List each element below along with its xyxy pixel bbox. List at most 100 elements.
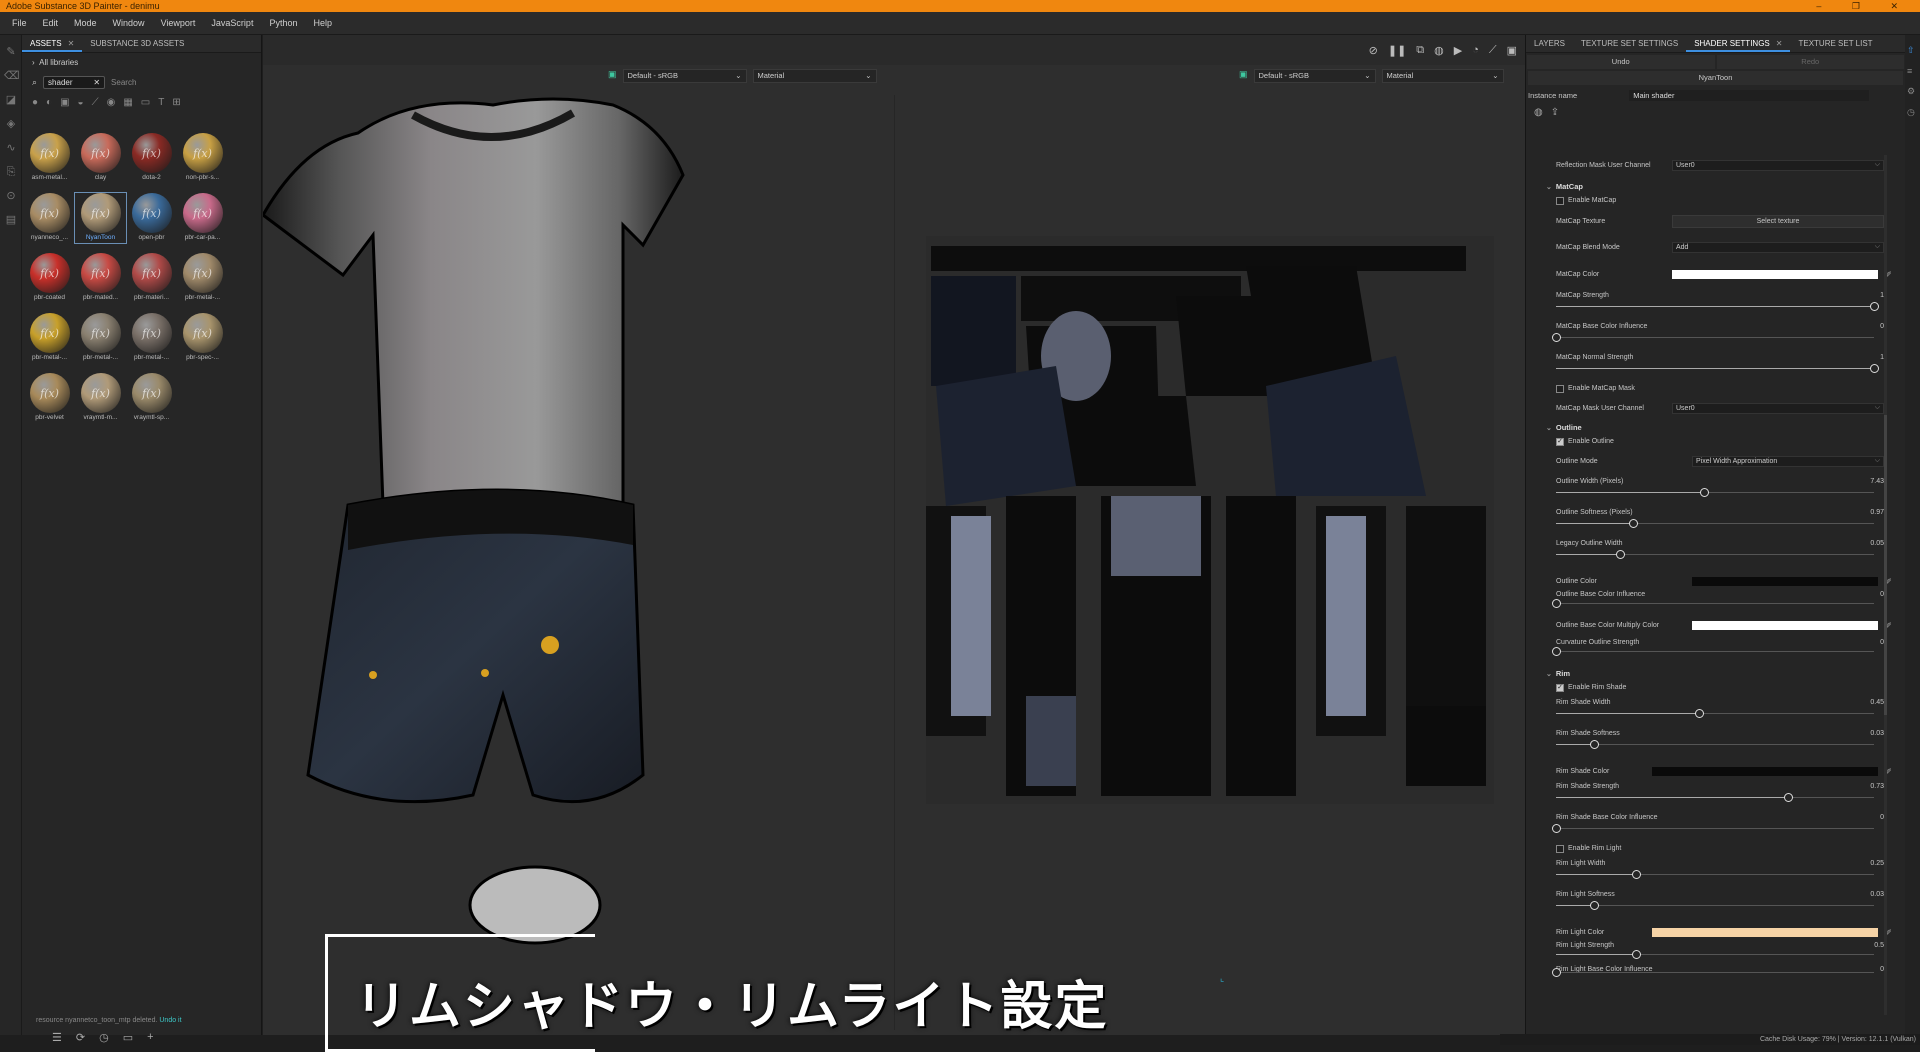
slider-track[interactable] xyxy=(1556,603,1874,604)
model-3d-view[interactable] xyxy=(263,75,883,1035)
slider-track[interactable] xyxy=(1556,337,1874,338)
menu-javascript[interactable]: JavaScript xyxy=(203,18,261,28)
pause-icon[interactable]: ❚❚ xyxy=(1388,44,1406,57)
slider-handle[interactable] xyxy=(1631,870,1641,879)
share-icon[interactable]: ⇧ xyxy=(1907,45,1918,56)
slider-track[interactable] xyxy=(1556,828,1874,829)
asset-item[interactable]: f(x) nyanneco_... xyxy=(24,193,75,243)
asset-item[interactable]: f(x) dota-2 xyxy=(126,133,177,183)
undo-button[interactable]: Undo xyxy=(1527,55,1715,69)
particle-filter-icon[interactable]: ◉ xyxy=(107,97,116,108)
slider-handle[interactable] xyxy=(1552,333,1561,342)
asset-item[interactable]: f(x) non-pbr-s... xyxy=(177,133,228,183)
smart-material-icon[interactable]: ◐ xyxy=(46,97,52,108)
screenshot-icon[interactable]: ▣ xyxy=(1507,44,1517,57)
bake-tool-icon[interactable]: ▤ xyxy=(4,213,18,227)
panel-scrollbar[interactable] xyxy=(1884,155,1887,1015)
rim-shade-width-slider[interactable]: Rim Shade Width 0.45 xyxy=(1556,695,1906,726)
search-input[interactable]: Search xyxy=(111,78,136,87)
enable-matcap-mask-checkbox[interactable] xyxy=(1556,384,1564,393)
rim-light-softness-slider[interactable]: Rim Light Softness 0.03 xyxy=(1556,887,1906,918)
menu-file[interactable]: File xyxy=(4,18,35,28)
shader-sphere-icon[interactable]: ◍ xyxy=(1534,107,1543,118)
clear-chip-icon[interactable]: ✕ xyxy=(93,78,100,87)
menu-edit[interactable]: Edit xyxy=(35,18,67,28)
camera-icon[interactable]: ▶ xyxy=(1454,44,1462,57)
slider-handle[interactable] xyxy=(1784,793,1794,802)
material-filter-icon[interactable]: ● xyxy=(32,97,38,108)
smudge-tool-icon[interactable]: ∿ xyxy=(4,141,18,155)
slider-track[interactable] xyxy=(1556,972,1874,973)
outline-base-color-slider[interactable]: Outline Base Color Influence 0 xyxy=(1552,587,1906,611)
asset-item[interactable]: f(x) open-pbr xyxy=(126,193,177,243)
rim-light-width-slider[interactable]: Rim Light Width 0.25 xyxy=(1556,856,1906,887)
tab-layers[interactable]: LAYERS xyxy=(1526,35,1573,52)
slider-handle[interactable] xyxy=(1870,302,1879,311)
rim-light-strength-slider[interactable]: Rim Light Strength 0.5 xyxy=(1556,938,1906,962)
layers-dock-icon[interactable]: ≡ xyxy=(1907,66,1918,76)
outline-color-swatch[interactable] xyxy=(1692,576,1878,586)
projection-tool-icon[interactable]: ◪ xyxy=(4,93,18,107)
menu-help[interactable]: Help xyxy=(305,18,340,28)
section-matcap[interactable]: ⌄ MatCap xyxy=(1546,180,1906,193)
uv-2d-view[interactable] xyxy=(926,236,1494,804)
tab-texture-set-list[interactable]: TEXTURE SET LIST xyxy=(1790,35,1880,52)
undo-link[interactable]: Undo it xyxy=(159,1017,181,1024)
asset-item[interactable]: f(x) pbr-metal-... xyxy=(24,313,75,363)
slider-track[interactable] xyxy=(1556,651,1874,652)
matcap-color-swatch[interactable] xyxy=(1672,269,1878,279)
enable-rim-shade-checkbox[interactable]: ✓ xyxy=(1556,683,1564,692)
history-dock-icon[interactable]: ◷ xyxy=(1907,107,1918,118)
shader-name[interactable]: NyanToon xyxy=(1528,71,1903,85)
enable-outline-checkbox[interactable]: ✓ xyxy=(1556,437,1564,446)
menu-python[interactable]: Python xyxy=(261,18,305,28)
asset-item[interactable]: f(x) NyanToon xyxy=(74,192,127,244)
asset-item[interactable]: f(x) clay xyxy=(75,133,126,183)
asset-item[interactable]: f(x) pbr-car-pa... xyxy=(177,193,228,243)
environment-filter-icon[interactable]: ▭ xyxy=(141,97,150,108)
mask-filter-icon[interactable]: ▣ xyxy=(60,97,69,108)
slider-track[interactable] xyxy=(1556,905,1874,906)
color-picker-icon[interactable]: ⊙ xyxy=(4,189,18,203)
tab-texture-set-settings[interactable]: TEXTURE SET SETTINGS xyxy=(1573,35,1686,52)
asset-item[interactable]: f(x) pbr-coated xyxy=(24,253,75,303)
clone-tool-icon[interactable]: ⎘ xyxy=(4,165,18,179)
paint-tool-icon[interactable]: ✎ xyxy=(4,45,18,59)
menu-viewport[interactable]: Viewport xyxy=(153,18,204,28)
text-filter-icon[interactable]: T xyxy=(158,97,164,108)
rim-shade-strength-slider[interactable]: Rim Shade Strength 0.73 xyxy=(1556,779,1906,810)
outline-mode-dropdown[interactable]: Pixel Width Approximation xyxy=(1692,456,1884,467)
slider-handle[interactable] xyxy=(1552,968,1561,977)
close-icon[interactable]: ✕ xyxy=(68,39,75,48)
split-view-icon[interactable]: ⧉ xyxy=(1416,44,1424,57)
slider-handle[interactable] xyxy=(1695,709,1705,718)
legacy-outline-slider[interactable]: Legacy Outline Width 0.05 xyxy=(1556,536,1906,567)
right-channel-dropdown[interactable]: Material ⌄ xyxy=(1381,69,1504,83)
rim-shade-base-color-slider[interactable]: Rim Shade Base Color Influence 0 xyxy=(1552,810,1906,841)
scrollbar-thumb[interactable] xyxy=(1884,415,1887,715)
enable-rim-light-checkbox[interactable] xyxy=(1556,844,1564,853)
brush-filter-icon[interactable]: ⟋ xyxy=(92,97,99,108)
enable-matcap-checkbox[interactable] xyxy=(1556,196,1564,205)
asset-item[interactable]: f(x) pbr-mated... xyxy=(75,253,126,303)
asset-item[interactable]: f(x) asm-metal... xyxy=(24,133,75,183)
brush-settings-icon[interactable]: ⟋ xyxy=(1489,44,1497,57)
tab-substance-3d-assets[interactable]: SUBSTANCE 3D ASSETS xyxy=(82,35,192,52)
reflection-mask-dropdown[interactable]: User0 xyxy=(1672,160,1884,171)
section-outline[interactable]: ⌄ Outline xyxy=(1546,421,1906,434)
right-colorspace-dropdown[interactable]: Default - sRGB ⌄ xyxy=(1253,69,1376,83)
menu-mode[interactable]: Mode xyxy=(66,18,105,28)
instance-name-field[interactable]: Main shader xyxy=(1629,89,1870,101)
matcap-mask-dropdown[interactable]: User0 xyxy=(1672,403,1884,414)
texture-filter-icon[interactable]: ▦ xyxy=(123,97,132,108)
library-breadcrumb[interactable]: › All libraries xyxy=(22,53,261,73)
rim-light-base-color-slider[interactable]: Rim Light Base Color Influence 0 xyxy=(1552,962,1906,977)
asset-item[interactable]: f(x) pbr-velvet xyxy=(24,373,75,423)
refresh-icon[interactable]: ⟳ xyxy=(76,1031,85,1044)
search-filter-chip[interactable]: shader ✕ xyxy=(43,75,106,89)
history-icon[interactable]: ◷ xyxy=(99,1031,109,1044)
close-icon[interactable]: ✕ xyxy=(1776,39,1783,48)
asset-item[interactable]: f(x) vraymtl-sp... xyxy=(126,373,177,423)
outline-width-slider[interactable]: Outline Width (Pixels) 7.43 xyxy=(1556,474,1906,505)
select-texture-button[interactable]: Select texture xyxy=(1672,215,1884,228)
